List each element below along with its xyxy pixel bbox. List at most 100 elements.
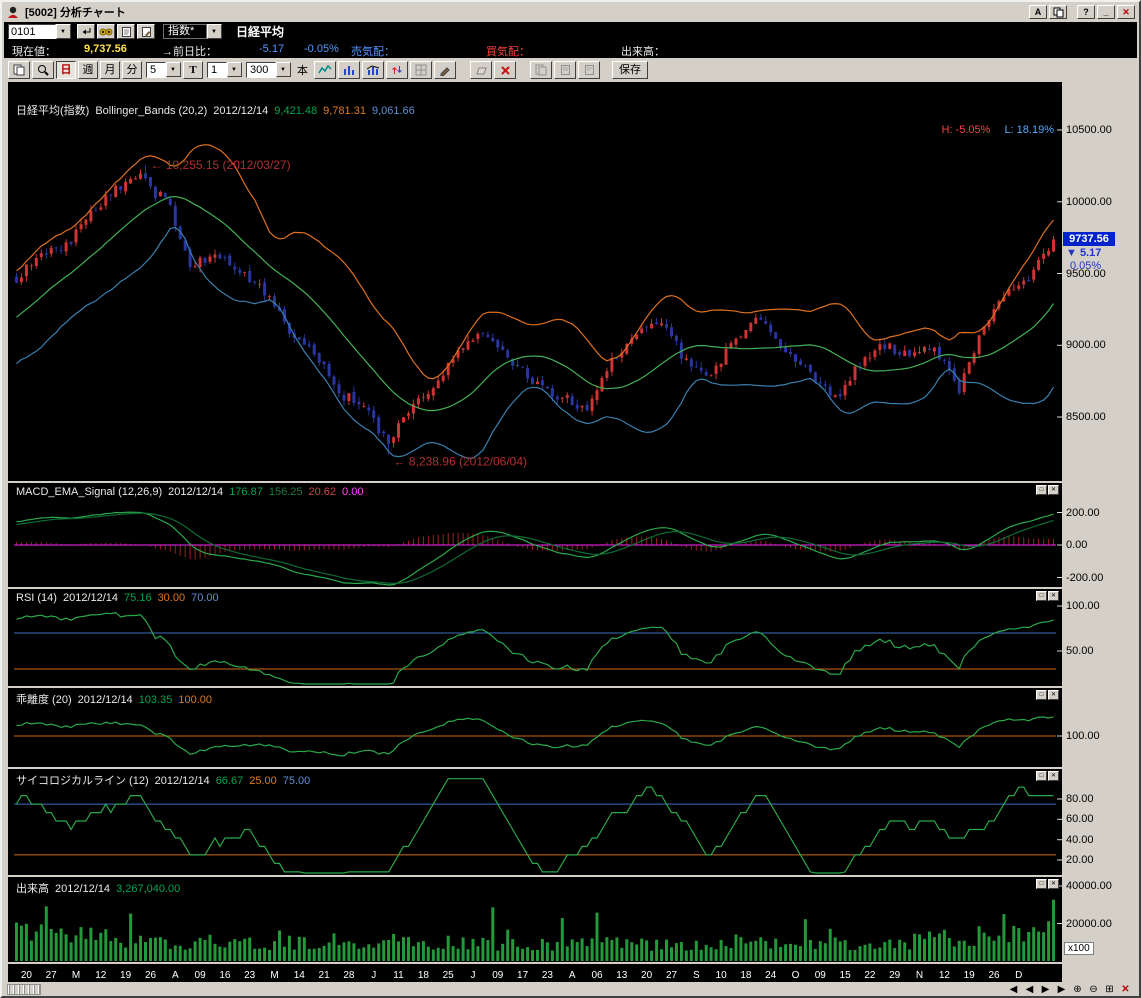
print-button[interactable] bbox=[8, 61, 30, 79]
volume-close-button[interactable]: ✕ bbox=[1048, 879, 1059, 889]
svg-text:← 8,238.96 (2012/06/04): ← 8,238.96 (2012/06/04) bbox=[394, 455, 527, 469]
enter-button[interactable] bbox=[77, 24, 95, 39]
high-low-info: H: -5.05%L: 18.19% bbox=[928, 124, 1054, 136]
tick-dropdown-button[interactable] bbox=[227, 62, 242, 77]
period-day-button[interactable]: 日 bbox=[56, 61, 76, 79]
kairi-close-button[interactable]: ✕ bbox=[1048, 690, 1059, 700]
rsi-date: 2012/12/14 bbox=[63, 592, 118, 604]
kairi-restore-button[interactable]: □ bbox=[1036, 690, 1047, 700]
tick-value[interactable]: 1 bbox=[207, 62, 227, 78]
scroll-right-button[interactable]: ▶ bbox=[1038, 983, 1053, 996]
red-x-icon bbox=[500, 65, 511, 76]
macd-close-button[interactable]: ✕ bbox=[1048, 485, 1059, 495]
symbol-name: 日経平均 bbox=[236, 23, 284, 40]
macd-hist-value: 20.62 bbox=[309, 486, 337, 498]
rsi-close-button[interactable]: ✕ bbox=[1048, 591, 1059, 601]
minute-value[interactable]: 5 bbox=[146, 62, 166, 78]
high-percent: H: -5.05% bbox=[942, 124, 991, 136]
boll-upper-value: 9,781.31 bbox=[323, 105, 366, 117]
scroll-right-fast-button[interactable]: ▶ bbox=[1054, 983, 1069, 996]
rsi-panel-header: RSI (14)2012/12/1475.1630.0070.00 bbox=[16, 592, 225, 604]
close-button[interactable]: ✕ bbox=[1117, 5, 1135, 19]
psy-panel-header: サイコロジカルライン (12)2012/12/1466.6725.0075.00 bbox=[16, 772, 316, 788]
updown-marks-button[interactable] bbox=[386, 61, 408, 79]
psy-title: サイコロジカルライン (12) bbox=[16, 775, 149, 787]
minute-dropdown-button[interactable] bbox=[166, 62, 181, 77]
copy-chart-button[interactable] bbox=[530, 61, 552, 79]
axis-label: 10500.00 bbox=[1066, 124, 1112, 136]
save-button[interactable]: 保存 bbox=[612, 61, 648, 79]
svg-text:N: N bbox=[916, 970, 923, 981]
category-dropdown-button[interactable] bbox=[207, 24, 222, 39]
paste-page-button[interactable] bbox=[578, 61, 600, 79]
svg-text:D: D bbox=[1015, 970, 1022, 981]
volume-panel-controls: □ ✕ bbox=[1036, 879, 1059, 889]
grid-button[interactable]: ⊞ bbox=[1102, 983, 1117, 996]
resize-grip[interactable] bbox=[7, 984, 41, 995]
zoom-in-button[interactable]: ⊕ bbox=[1070, 983, 1085, 996]
svg-text:22: 22 bbox=[864, 970, 876, 981]
bar-count-value[interactable]: 300 bbox=[246, 62, 276, 78]
kairi-panel-controls: □ ✕ bbox=[1036, 690, 1059, 700]
macd-restore-button[interactable]: □ bbox=[1036, 485, 1047, 495]
window-title: [5002] 分析チャート bbox=[25, 4, 126, 20]
psy-high-ref: 75.00 bbox=[283, 775, 311, 787]
bar-count-dropdown-button[interactable] bbox=[276, 62, 291, 77]
close-chart-button[interactable]: ✕ bbox=[1118, 983, 1133, 996]
draw-button[interactable] bbox=[434, 61, 456, 79]
svg-text:27: 27 bbox=[46, 970, 58, 981]
erase-button[interactable] bbox=[470, 61, 492, 79]
line-chart-type-button[interactable] bbox=[314, 61, 336, 79]
right-axis-column: 9737.56 ▼ 5.17 0.05% 10500.0010000.00950… bbox=[1062, 82, 1138, 982]
bar-line-chart-icon bbox=[366, 64, 380, 76]
delete-all-button[interactable] bbox=[494, 61, 516, 79]
copy-page-button[interactable] bbox=[554, 61, 576, 79]
category-value[interactable]: 指数* bbox=[163, 24, 207, 39]
minimize-button[interactable]: _ bbox=[1097, 5, 1115, 19]
volume-unit-box: x100 bbox=[1064, 942, 1094, 955]
page-edit-icon bbox=[141, 26, 152, 38]
edit-memo-button[interactable] bbox=[137, 24, 155, 39]
bar-line-chart-type-button[interactable] bbox=[362, 61, 384, 79]
svg-text:15: 15 bbox=[840, 970, 852, 981]
zoom-button[interactable] bbox=[32, 61, 54, 79]
search-button[interactable] bbox=[97, 24, 115, 39]
svg-text:M: M bbox=[270, 970, 278, 981]
period-month-button[interactable]: 月 bbox=[100, 61, 120, 79]
symbol-code-dropdown-button[interactable] bbox=[56, 24, 71, 39]
period-week-button[interactable]: 週 bbox=[78, 61, 98, 79]
tick-chart-button[interactable]: T bbox=[183, 61, 203, 79]
volume-restore-button[interactable]: □ bbox=[1036, 879, 1047, 889]
symbol-toolbar-buttons bbox=[77, 24, 155, 39]
svg-text:11: 11 bbox=[393, 970, 404, 981]
zoom-out-button[interactable]: ⊖ bbox=[1086, 983, 1101, 996]
svg-text:25: 25 bbox=[443, 970, 455, 981]
grid-toggle-button[interactable] bbox=[410, 61, 432, 79]
titlebar: [5002] 分析チャート A ? _ ✕ bbox=[4, 3, 1137, 21]
copy-window-button[interactable] bbox=[1049, 5, 1067, 19]
bar-chart-type-button[interactable] bbox=[338, 61, 360, 79]
axis-label: 100.00 bbox=[1066, 600, 1100, 612]
page-copy-icon bbox=[560, 64, 571, 76]
annotation-a-button[interactable]: A bbox=[1029, 5, 1047, 19]
help-button[interactable]: ? bbox=[1077, 5, 1095, 19]
rsi-restore-button[interactable]: □ bbox=[1036, 591, 1047, 601]
svg-text:S: S bbox=[693, 970, 700, 981]
psy-close-button[interactable]: ✕ bbox=[1048, 771, 1059, 781]
psy-restore-button[interactable]: □ bbox=[1036, 771, 1047, 781]
macd-zero-value: 0.00 bbox=[342, 486, 363, 498]
period-minute-button[interactable]: 分 bbox=[122, 61, 142, 79]
memo-button[interactable] bbox=[117, 24, 135, 39]
price-change-tag: ▼ 5.17 bbox=[1066, 247, 1101, 259]
axis-label: 50.00 bbox=[1066, 645, 1094, 657]
macd-title: MACD_EMA_Signal (12,26,9) bbox=[16, 486, 162, 498]
axis-label: 20.00 bbox=[1066, 854, 1094, 866]
symbol-code-input[interactable] bbox=[8, 24, 56, 39]
axis-label: -200.00 bbox=[1066, 572, 1103, 584]
main-symbol: 日経平均(指数) bbox=[16, 105, 89, 117]
scroll-left-button[interactable]: ◀ bbox=[1022, 983, 1037, 996]
line-chart-icon bbox=[318, 64, 332, 76]
chart-canvas[interactable]: ← 10,255.15 (2012/03/27)← 8,238.96 (2012… bbox=[8, 82, 1062, 982]
change-label: →前日比： bbox=[162, 43, 217, 59]
scroll-left-fast-button[interactable]: ◀ bbox=[1006, 983, 1021, 996]
